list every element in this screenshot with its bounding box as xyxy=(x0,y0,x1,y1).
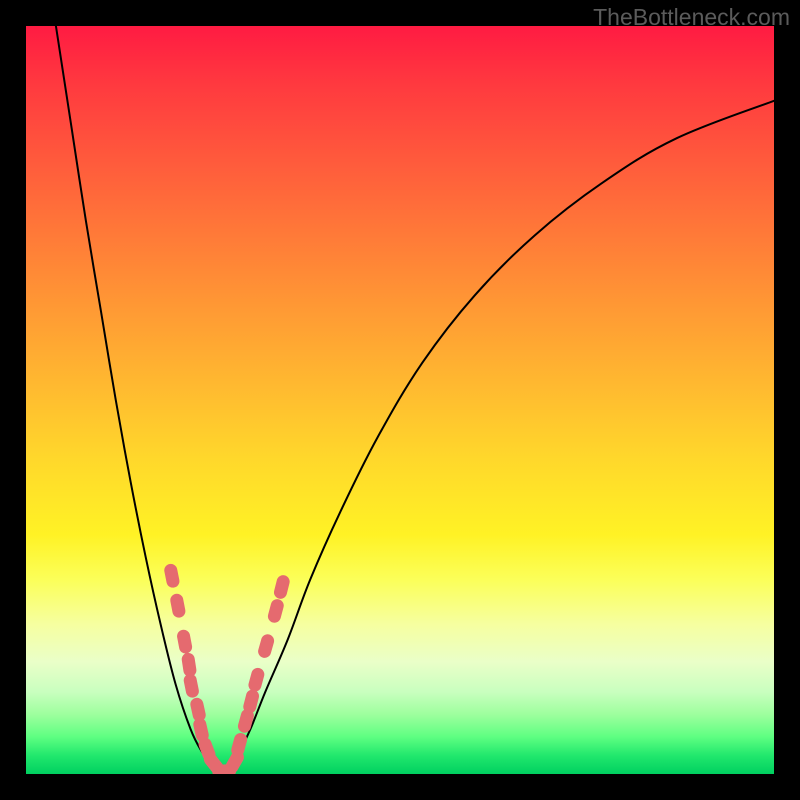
chart-svg-layer xyxy=(26,26,774,774)
highlight-marker xyxy=(183,673,200,699)
highlight-marker xyxy=(176,629,193,655)
marker-layer xyxy=(163,563,291,774)
highlight-marker xyxy=(273,574,291,600)
curve-left-branch xyxy=(56,26,221,774)
curve-right-branch xyxy=(220,101,774,774)
curve-layer xyxy=(56,26,774,774)
highlight-marker xyxy=(163,563,180,589)
chart-plot-area xyxy=(26,26,774,774)
watermark-text: TheBottleneck.com xyxy=(593,4,790,31)
highlight-marker xyxy=(181,652,197,678)
highlight-marker xyxy=(247,666,266,693)
highlight-marker xyxy=(169,593,186,619)
highlight-marker xyxy=(257,633,276,660)
chart-frame: TheBottleneck.com xyxy=(0,0,800,800)
highlight-marker xyxy=(266,598,285,625)
